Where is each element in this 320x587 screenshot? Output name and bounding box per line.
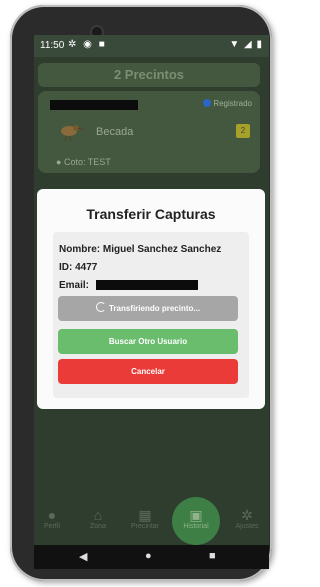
coto-label: ● Coto: TEST — [56, 157, 111, 167]
count-tag: 2 — [236, 124, 250, 138]
user-id-line: ID: 4477 — [59, 262, 98, 273]
app-screen: 11:50 ✲ ◉ ■ ▼ ◢ ▮ 2 Precintos Registrado… — [34, 35, 269, 545]
nav-label-ajustes: Ajustes — [235, 523, 259, 530]
search-other-user-button[interactable]: Buscar Otro Usuario — [58, 329, 238, 354]
settings-icon: ✲ — [68, 39, 79, 50]
user-name-line: Nombre: Miguel Sanchez Sanchez — [59, 244, 222, 255]
status-time: 11:50 — [40, 40, 65, 51]
redacted-email — [96, 280, 198, 290]
bird-icon — [61, 125, 84, 142]
nav-label-historial: Historial — [183, 523, 209, 530]
status-badge: Registrado — [203, 99, 252, 108]
nav-label-precintar: Precintar — [130, 523, 159, 530]
home-icon: ⌂ — [93, 507, 103, 523]
nav-label-perfil: Perfil — [44, 523, 60, 530]
nav-item-ajustes[interactable]: ✲ Ajustes — [225, 507, 269, 530]
precinto-card[interactable]: Registrado Becada 2 ● Coto: TEST — [38, 91, 260, 173]
calendar-icon: ▣ — [189, 507, 203, 523]
nav-item-precintar[interactable]: ▦ Precintar — [123, 507, 167, 530]
gear-icon: ✲ — [241, 507, 253, 523]
user-email-label: Email: — [59, 280, 90, 291]
nav-item-zona[interactable]: ⌂ Zona — [76, 507, 120, 530]
redacted-name — [50, 100, 138, 110]
nav-item-perfil[interactable]: ● Perfil — [34, 507, 74, 530]
signal-icon: ◢ — [244, 39, 253, 50]
nav-label-zona: Zona — [90, 523, 106, 530]
person-icon: ● — [47, 507, 57, 523]
storage-icon: ■ — [98, 39, 107, 50]
status-bar: 11:50 ✲ ◉ ■ ▼ ◢ ▮ — [34, 35, 269, 57]
app-icon: ◉ — [83, 39, 94, 50]
dialog-title: Transferir Capturas — [86, 206, 216, 222]
user-info-panel: Nombre: Miguel Sanchez Sanchez ID: 4477 … — [53, 232, 249, 398]
qr-icon: ▦ — [138, 507, 152, 523]
bottom-nav: ● Perfil ⌂ Zona ▦ Precintar ▣ Historial … — [34, 497, 269, 545]
back-icon[interactable]: ◀ — [79, 550, 87, 563]
coto-text: Coto: TEST — [63, 157, 111, 167]
home-button-icon[interactable]: ● — [145, 550, 152, 562]
transfer-dialog: Transferir Capturas Nombre: Miguel Sanch… — [37, 189, 265, 409]
verified-icon — [203, 99, 212, 107]
wifi-icon: ▼ — [229, 39, 241, 50]
bird-name: Becada — [96, 126, 134, 138]
recents-icon[interactable]: ■ — [209, 550, 216, 562]
status-left-icons: ✲ ◉ ■ — [68, 39, 107, 50]
transfer-progress-button[interactable]: Transfiriendo precinto... — [58, 296, 238, 321]
status-badge-label: Registrado — [213, 99, 252, 108]
nav-item-historial[interactable]: ▣ Historial — [174, 507, 218, 530]
status-right-icons: ▼ ◢ ▮ — [229, 39, 263, 50]
cancel-button[interactable]: Cancelar — [58, 359, 238, 384]
page-title: 2 Precintos — [38, 63, 260, 87]
location-pin-icon: ● — [56, 157, 62, 167]
spinner-icon — [95, 302, 106, 312]
system-nav-bar: ◀ ● ■ — [34, 545, 269, 569]
transfer-progress-label: Transfiriendo precinto... — [108, 304, 201, 313]
battery-icon: ▮ — [256, 39, 263, 50]
